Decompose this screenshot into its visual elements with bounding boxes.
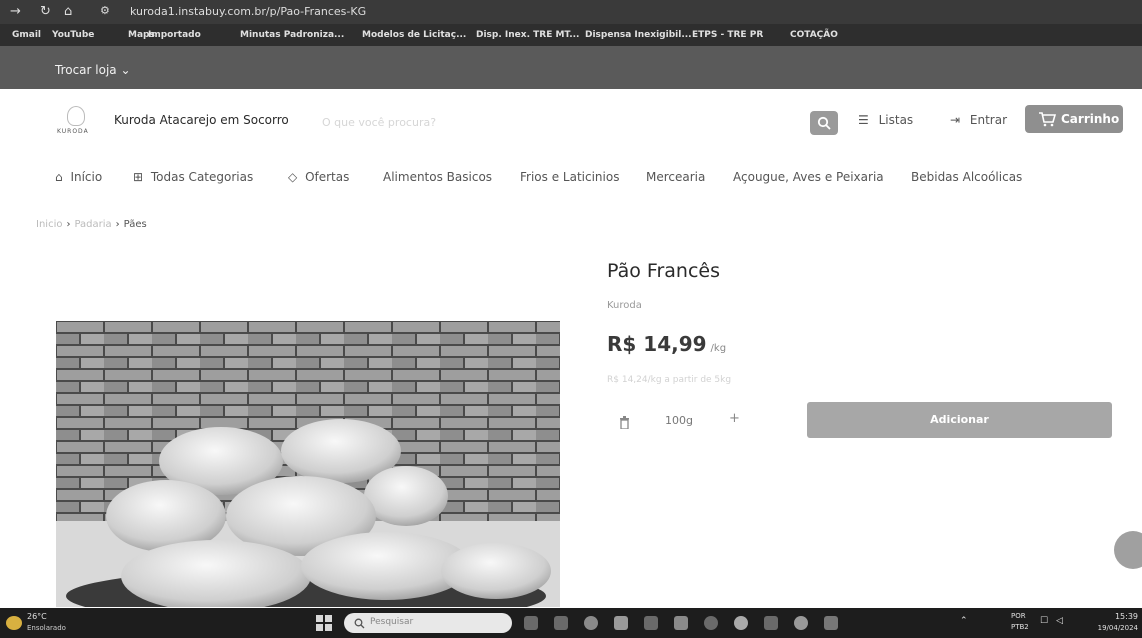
home-icon[interactable]: ⌂ [64,4,72,19]
increase-quantity-button[interactable]: + [729,411,740,426]
breadcrumb-item[interactable]: Padaria [74,219,111,230]
nav-label: Início [70,170,103,184]
site-info-icon[interactable]: ⚙ [100,4,110,17]
bookmark-item[interactable]: Dispensa Inexigibil... [585,30,692,40]
weather-description[interactable]: Ensolarado [27,624,66,632]
breadcrumb-separator-icon: › [115,219,120,230]
product-brand[interactable]: Kuroda [607,300,642,311]
app-icon[interactable] [764,616,778,630]
bookmark-item[interactable]: Modelos de Licitaç... [362,30,466,40]
grid-icon: ⊞ [133,170,144,184]
volume-icon[interactable]: ◁ [1056,616,1063,626]
store-switch-button[interactable]: Trocar loja ⌄ [55,63,131,77]
chevron-down-icon: ⌄ [120,63,131,77]
nav-label: Todas Categorias [150,170,254,184]
nav-item-grocery[interactable]: Mercearia [646,170,705,184]
add-to-cart-button[interactable]: Adicionar [807,402,1112,438]
bookmark-item[interactable]: Disp. Inex. TRE MT... [476,30,579,40]
bookmark-item[interactable]: COTAÇÃO [790,30,838,40]
login-link[interactable]: ⇥ Entrar [950,113,1007,127]
reload-icon[interactable]: ↻ [40,4,51,19]
keyboard-language[interactable]: POR [1011,612,1026,620]
search-button[interactable] [810,111,838,135]
search-icon [817,116,831,130]
cart-button[interactable]: Carrinho [1025,105,1123,133]
nav-item-beverages[interactable]: Bebidas Alcoólicas [911,170,1022,184]
store-switch-label: Trocar loja [55,63,117,77]
breadcrumb-current: Pães [123,219,147,230]
nav-label: Ofertas [305,170,350,184]
login-icon: ⇥ [950,113,961,127]
price-unit: /kg [710,343,727,354]
bookmark-item[interactable]: Importado [148,30,201,40]
plus-icon: + [729,411,740,426]
quantity-value: 100g [665,414,693,427]
bookmark-item[interactable]: ETPS - TRE PR [692,30,763,40]
cart-icon [1039,112,1056,127]
store-switch-bar: Trocar loja ⌄ [0,46,1142,89]
bookmark-item[interactable]: YouTube [52,30,94,40]
app-icon[interactable] [704,616,718,630]
weather-icon [6,616,22,630]
word-icon[interactable] [824,616,838,630]
nav-item-dairy[interactable]: Frios e Laticinios [520,170,619,184]
nav-item-home[interactable]: ⌂ Início [55,170,102,184]
edge-icon[interactable] [584,616,598,630]
breadcrumb-item[interactable]: Inicio [36,219,62,230]
lists-label: Listas [878,113,914,127]
nav-item-all-categories[interactable]: ⊞ Todas Categorias [133,170,253,184]
cart-label: Carrinho [1061,112,1120,126]
bookmark-item[interactable]: Gmail [12,30,41,40]
store-name: Kuroda Atacarejo em Socorro [114,113,289,127]
windows-start-icon[interactable] [316,615,332,635]
search-input[interactable] [320,110,794,134]
browser-address-bar: → ↻ ⌂ ⚙ kuroda1.instabuy.com.br/p/Pao-Fr… [0,0,1142,24]
breadcrumb: Inicio › Padaria › Pães [36,219,147,230]
task-view-icon[interactable] [524,616,538,630]
taskbar: 26°C Ensolarado Pesquisar ⌃ POR PTB2 ☐ ◁… [0,608,1142,638]
nav-item-basic-foods[interactable]: Alimentos Basicos [383,170,492,184]
nav-item-butcher[interactable]: Açougue, Aves e Peixaria [733,170,884,184]
product-price: R$ 14,99/kg [607,332,726,356]
login-label: Entrar [969,113,1008,127]
product-image [56,321,560,607]
chrome-icon[interactable] [794,616,808,630]
bookmark-item[interactable]: Minutas Padroniza... [240,30,344,40]
url-text[interactable]: kuroda1.instabuy.com.br/p/Pao-Frances-KG [130,5,366,18]
remove-button[interactable] [619,414,630,433]
file-explorer-icon[interactable] [614,616,628,630]
chevron-up-icon[interactable]: ⌃ [960,616,968,626]
bookmarks-bar: Gmail YouTube Maps Importado Minutas Pad… [0,24,1142,46]
weather-temp[interactable]: 26°C [27,612,47,621]
whatsapp-chat-icon[interactable] [1114,531,1142,569]
home-icon: ⌂ [55,170,63,184]
search-icon [354,618,365,629]
taskbar-date[interactable]: 19/04/2024 [1080,624,1138,632]
nav-item-offers[interactable]: ◇ Ofertas [288,170,349,184]
list-icon: ☰ [858,113,869,127]
network-icon[interactable]: ☐ [1040,616,1048,626]
trash-icon [620,416,629,430]
opera-icon[interactable] [734,616,748,630]
breadcrumb-separator-icon: › [66,219,71,230]
taskbar-search-label: Pesquisar [370,617,414,627]
lists-link[interactable]: ☰ Listas [858,113,913,127]
price-value: R$ 14,99 [607,332,707,356]
store-logo[interactable]: KURODA [55,104,95,144]
tag-icon: ◇ [288,170,298,184]
taskbar-clock[interactable]: 15:39 [1104,612,1138,621]
bulk-price: R$ 14,24/kg a partir de 5kg [607,375,732,385]
logo-mark-icon [67,106,85,126]
mail-icon[interactable] [674,616,688,630]
logo-text: KURODA [57,128,89,135]
keyboard-layout[interactable]: PTB2 [1011,623,1029,631]
teams-icon[interactable] [554,616,568,630]
store-icon[interactable] [644,616,658,630]
back-icon[interactable]: → [10,4,21,19]
taskbar-search[interactable]: Pesquisar [344,613,512,633]
product-title: Pão Francês [607,260,720,282]
